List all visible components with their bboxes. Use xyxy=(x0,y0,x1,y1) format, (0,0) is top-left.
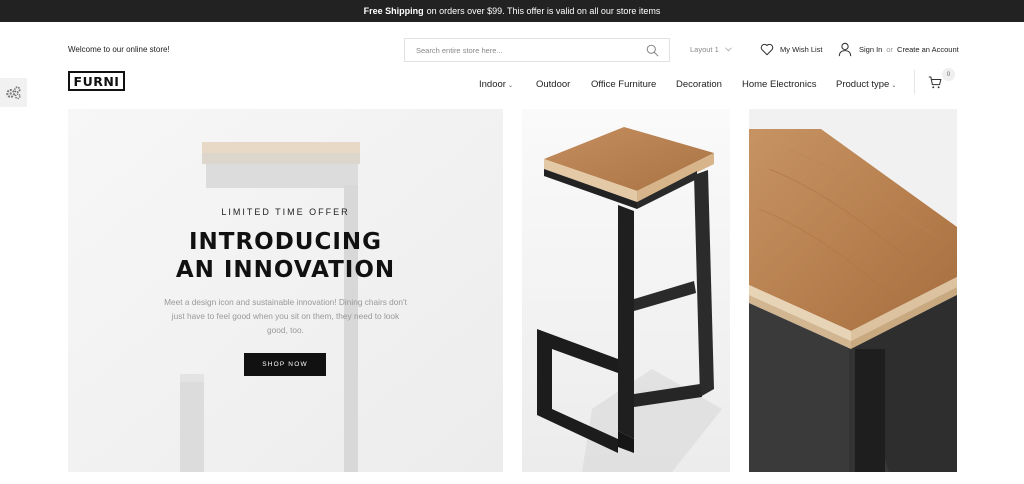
cart-icon xyxy=(928,76,942,89)
nav-item-label: Outdoor xyxy=(536,78,571,90)
seat-closeup-image xyxy=(749,109,957,472)
settings-toggle[interactable] xyxy=(0,78,27,107)
wishlist-label: My Wish List xyxy=(780,45,823,54)
heart-icon xyxy=(760,43,774,56)
free-shipping-label: Free Shipping xyxy=(363,6,424,16)
announcement-text: on orders over $99. This offer is valid … xyxy=(426,6,661,16)
welcome-message: Welcome to our online store! xyxy=(68,45,170,54)
headline-line-2: AN INNOVATION xyxy=(175,257,396,283)
nav-divider xyxy=(914,70,915,94)
offer-label: LIMITED TIME OFFER xyxy=(221,207,350,217)
nav-item-label: Product type xyxy=(836,78,890,90)
nav-item-indoor[interactable]: Indoor ⌄ xyxy=(479,77,513,91)
nav-item-label: Indoor xyxy=(479,78,506,90)
search-box[interactable]: Search entire store here... xyxy=(404,38,670,62)
search-icon[interactable] xyxy=(646,44,659,57)
search-input[interactable]: Search entire store here... xyxy=(416,46,646,55)
cart-count-badge: 0 xyxy=(942,68,955,81)
headline-line-1: INTRODUCING xyxy=(188,229,383,255)
hero-content: LIMITED TIME OFFER INTRODUCING AN INNOVA… xyxy=(68,109,503,472)
site-logo[interactable]: FURNI xyxy=(68,71,125,91)
create-account-link[interactable]: Create an Account xyxy=(897,45,959,54)
nav-item-label: Home Electronics xyxy=(742,78,817,90)
nav-item-label: Decoration xyxy=(676,78,722,90)
nav-item-outdoor[interactable]: Outdoor xyxy=(536,77,570,91)
user-icon xyxy=(838,42,852,57)
account-links: Sign In or Create an Account xyxy=(838,42,959,57)
hero-description: Meet a design icon and sustainable innov… xyxy=(164,297,407,335)
chevron-down-icon: ⌄ xyxy=(891,82,897,89)
nav-item-label: Office Furniture xyxy=(591,78,657,90)
hero-banner[interactable]: LIMITED TIME OFFER INTRODUCING AN INNOVA… xyxy=(68,109,503,472)
product-banner-stool[interactable] xyxy=(522,109,730,472)
announcement-bar: Free Shipping on orders over $99. This o… xyxy=(0,0,1024,22)
chevron-down-icon: ⌄ xyxy=(507,82,513,89)
layout-selector[interactable]: Layout 1 xyxy=(690,45,732,54)
cart-button[interactable] xyxy=(928,76,942,94)
stool-image xyxy=(522,109,730,472)
product-banner-seat-detail[interactable] xyxy=(749,109,957,472)
chevron-down-icon xyxy=(724,47,732,52)
nav-item-decoration[interactable]: Decoration xyxy=(676,77,722,91)
nav-item-product-type[interactable]: Product type ⌄ xyxy=(836,77,896,91)
shop-now-button[interactable]: SHOP NOW xyxy=(244,353,326,376)
nav-item-office-furniture[interactable]: Office Furniture xyxy=(591,77,656,91)
wishlist-link[interactable]: My Wish List xyxy=(760,43,823,56)
nav-item-home-electronics[interactable]: Home Electronics xyxy=(742,77,816,91)
or-separator: or xyxy=(886,45,894,54)
sign-in-link[interactable]: Sign In xyxy=(859,45,882,54)
layout-label: Layout 1 xyxy=(690,45,719,54)
hero-headline: INTRODUCING AN INNOVATION xyxy=(68,228,503,284)
gears-icon xyxy=(6,86,21,100)
